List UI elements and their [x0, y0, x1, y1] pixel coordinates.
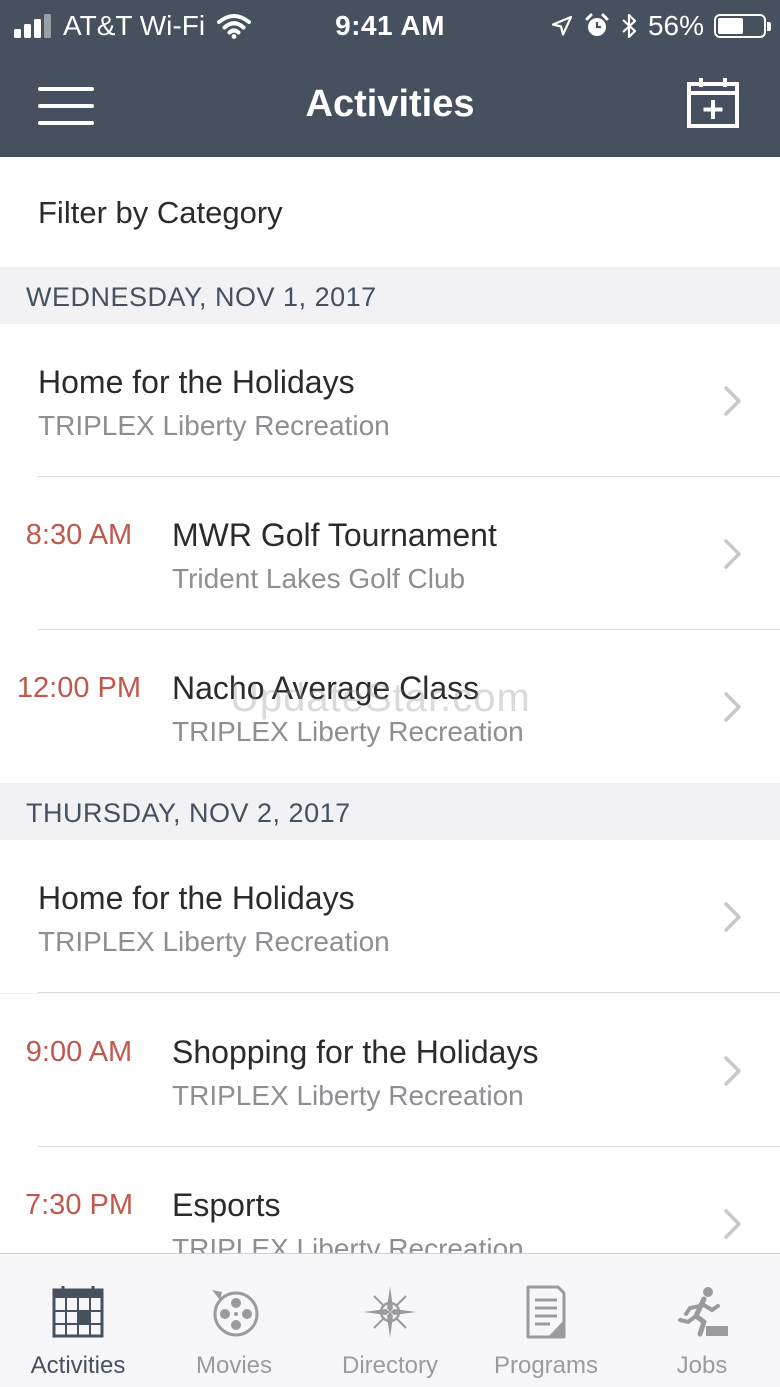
event-title: Shopping for the Holidays: [172, 1034, 539, 1070]
filter-by-category-button[interactable]: Filter by Category: [0, 157, 780, 267]
filter-label: Filter by Category: [38, 195, 283, 230]
event-title: Home for the Holidays: [38, 880, 355, 916]
event-title: Esports: [172, 1187, 281, 1223]
menu-button[interactable]: [38, 87, 94, 125]
navigation-bar: Activities: [0, 52, 780, 157]
section-date: WEDNESDAY, NOV 1, 2017: [26, 282, 377, 312]
event-row[interactable]: 12:00 PM Nacho Average Class TRIPLEX Lib…: [0, 630, 780, 783]
status-right: 56%: [550, 10, 771, 42]
status-bar: AT&T Wi-Fi 9:41 AM 56%: [0, 0, 780, 52]
alarm-icon: [585, 13, 609, 36]
event-time: 9:00 AM: [25, 1036, 133, 1068]
event-title: MWR Golf Tournament: [172, 517, 497, 553]
event-location: TRIPLEX Liberty Recreation: [172, 1080, 524, 1111]
tab-activities[interactable]: Activities: [0, 1254, 156, 1387]
event-row[interactable]: 8:30 AM MWR Golf Tournament Trident Lake…: [0, 477, 780, 630]
tab-bar: Activities Movies Directory Programs Job…: [0, 1253, 780, 1387]
chevron-right-icon: [724, 539, 741, 569]
section-date: THURSDAY, NOV 2, 2017: [26, 798, 351, 828]
event-row[interactable]: Home for the Holidays TRIPLEX Liberty Re…: [0, 840, 780, 993]
hamburger-menu-icon: [38, 87, 94, 91]
tab-label: Jobs: [676, 1352, 728, 1379]
chevron-right-icon: [724, 902, 741, 932]
battery-icon: [714, 14, 771, 38]
tab-movies[interactable]: Movies: [156, 1254, 312, 1387]
event-title: Home for the Holidays: [38, 364, 355, 400]
event-time: 7:30 PM: [25, 1189, 133, 1221]
tab-directory[interactable]: Directory: [312, 1254, 468, 1387]
event-row[interactable]: 9:00 AM Shopping for the Holidays TRIPLE…: [0, 994, 780, 1147]
compass-icon: [364, 1286, 416, 1338]
chevron-right-icon: [724, 1056, 741, 1086]
chevron-right-icon: [724, 386, 741, 416]
event-title: Nacho Average Class: [172, 670, 480, 706]
calendar-grid-icon: [52, 1286, 104, 1338]
event-row[interactable]: Home for the Holidays TRIPLEX Liberty Re…: [0, 324, 780, 477]
battery-percent: 56%: [647, 10, 704, 41]
section-header: THURSDAY, NOV 2, 2017: [0, 784, 780, 840]
tab-label: Directory: [341, 1352, 438, 1379]
tab-programs[interactable]: Programs: [468, 1254, 624, 1387]
tab-label: Movies: [195, 1352, 273, 1379]
hamburger-menu-icon: [38, 104, 94, 108]
film-reel-icon: [212, 1290, 259, 1337]
bluetooth-icon: [622, 13, 637, 39]
add-calendar-icon[interactable]: [686, 77, 740, 129]
event-location: TRIPLEX Liberty Recreation: [38, 926, 390, 957]
tab-label: Programs: [493, 1352, 599, 1379]
tab-jobs[interactable]: Jobs: [624, 1254, 780, 1387]
event-location: Trident Lakes Golf Club: [172, 563, 466, 594]
row-divider: [38, 992, 780, 993]
location-arrow-icon: [551, 15, 573, 36]
event-location: TRIPLEX Liberty Recreation: [38, 410, 390, 441]
event-time: 8:30 AM: [25, 519, 133, 551]
document-icon: [526, 1285, 566, 1339]
battery-fill: [718, 18, 743, 34]
page-title: Activities: [305, 83, 475, 125]
event-time: 12:00 PM: [16, 672, 142, 704]
tab-label: Activities: [30, 1352, 126, 1379]
event-location: TRIPLEX Liberty Recreation: [172, 716, 524, 747]
chevron-right-icon: [724, 692, 741, 722]
hamburger-menu-icon: [38, 121, 94, 125]
section-header: WEDNESDAY, NOV 1, 2017: [0, 268, 780, 324]
chevron-right-icon: [724, 1209, 741, 1239]
running-person-icon: [678, 1287, 728, 1337]
